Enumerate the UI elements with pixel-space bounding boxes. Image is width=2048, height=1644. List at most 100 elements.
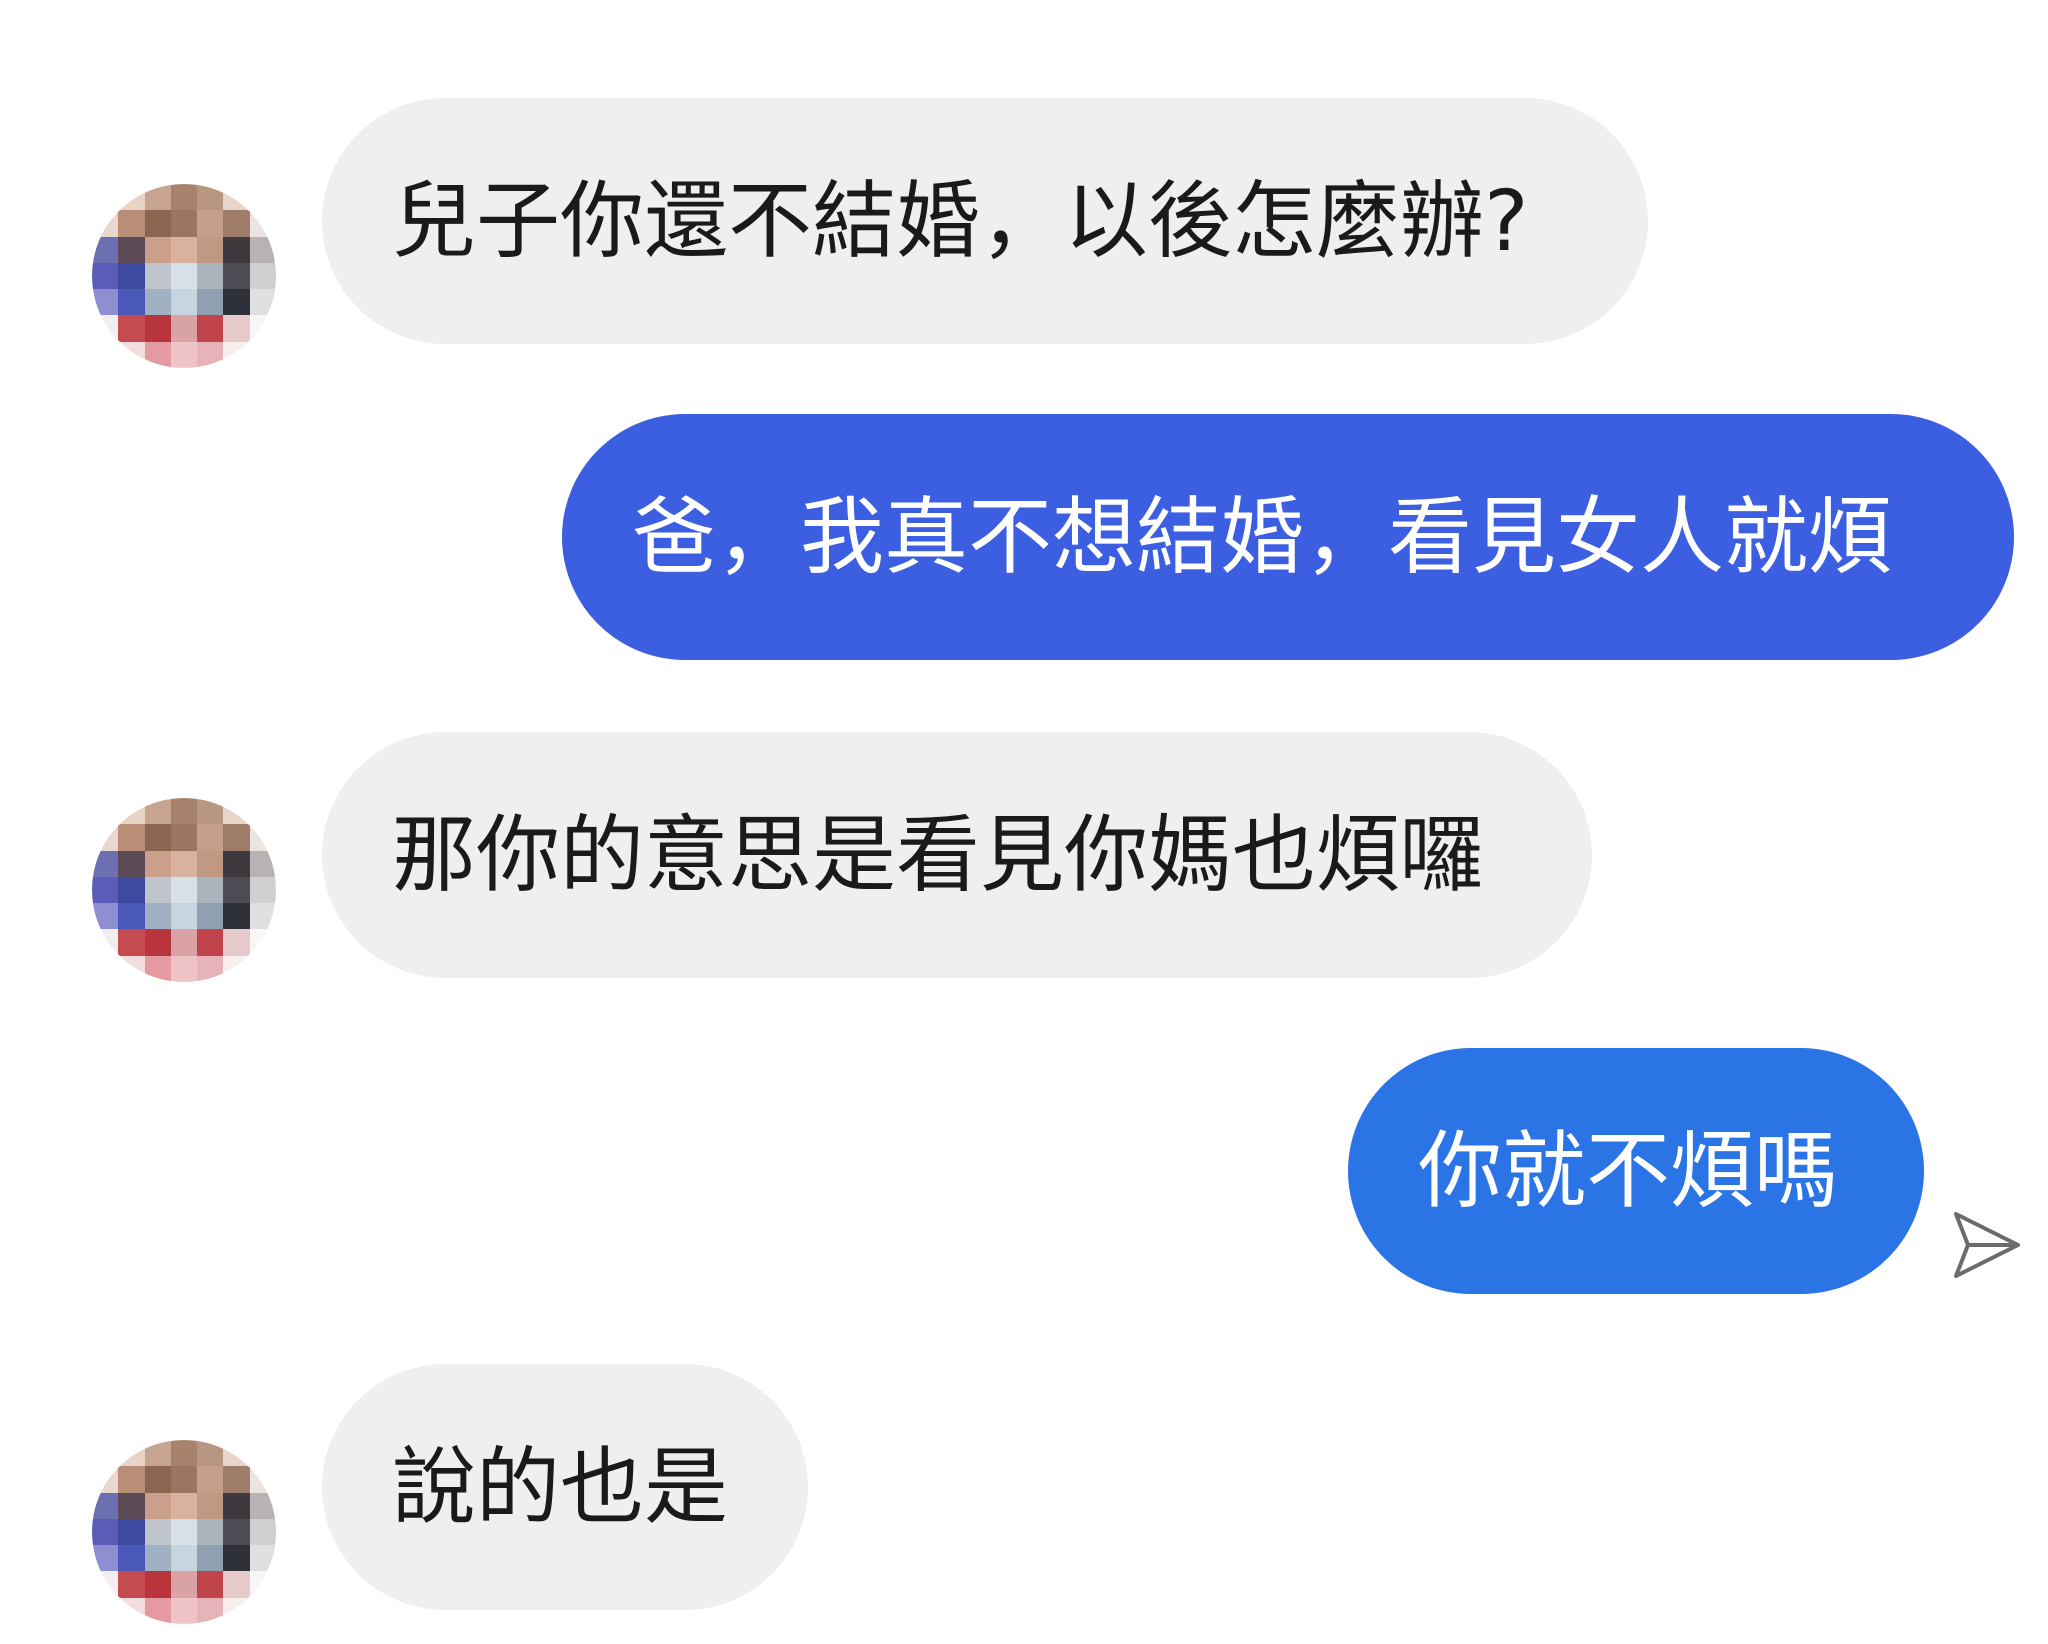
avatar-pixel	[170, 824, 198, 851]
outgoing-message-bubble[interactable]: 爸，我真不想結婚，看見女人就煩	[562, 414, 2014, 660]
avatar-pixel	[92, 929, 119, 956]
avatar-pixel	[197, 1518, 224, 1546]
avatar-pixel	[92, 1466, 119, 1493]
avatar-pixel	[197, 1492, 224, 1519]
incoming-message-bubble[interactable]: 兒子你還不結婚，以後怎麼辦?	[322, 98, 1648, 344]
avatar-pixel	[197, 1545, 224, 1572]
avatar-pixel	[197, 798, 224, 825]
avatar-pixel	[249, 955, 276, 982]
avatar-pixel	[249, 1518, 276, 1546]
avatar-pixel	[197, 824, 224, 851]
avatar-pixel	[92, 1440, 119, 1467]
avatar-pixel	[118, 1597, 145, 1624]
avatar-pixel	[170, 929, 198, 956]
avatar-pixel	[92, 903, 119, 930]
avatar-pixel	[197, 903, 224, 930]
avatar-pixel	[92, 850, 119, 877]
avatar-pixel	[170, 798, 198, 825]
avatar-pixel	[118, 1492, 145, 1519]
avatar-pixel	[170, 1545, 198, 1572]
avatar-pixel	[170, 1571, 198, 1598]
avatar-pixel	[118, 262, 145, 290]
avatar-pixel	[249, 236, 276, 263]
avatar-pixel	[170, 850, 198, 877]
avatar-pixel	[92, 315, 119, 342]
avatar-pixel	[92, 1571, 119, 1598]
avatar-pixel	[249, 184, 276, 211]
avatar-pixel	[223, 315, 250, 342]
avatar-pixel	[197, 341, 224, 368]
avatar-pixel	[144, 1597, 171, 1624]
avatar-pixel	[144, 1545, 171, 1572]
avatar-pixel	[249, 210, 276, 237]
avatar[interactable]	[92, 798, 276, 982]
avatar-pixel	[118, 1518, 145, 1546]
avatar-pixel	[249, 341, 276, 368]
avatar-pixel	[144, 850, 171, 877]
avatar-pixel	[197, 876, 224, 904]
avatar-pixel	[170, 315, 198, 342]
avatar-pixel	[118, 184, 145, 211]
avatar-pixel	[223, 262, 250, 290]
avatar-pixel	[197, 210, 224, 237]
message-text: 說的也是	[392, 1438, 729, 1536]
avatar-pixel	[144, 876, 171, 904]
avatar-pixel	[223, 184, 250, 211]
incoming-message-bubble[interactable]: 說的也是	[322, 1364, 808, 1610]
avatar-pixel	[249, 289, 276, 316]
message-text: 爸，我真不想結婚，看見女人就煩	[632, 488, 1893, 586]
avatar-pixel	[223, 850, 250, 877]
avatar-pixel	[118, 315, 145, 342]
avatar-pixel	[92, 1545, 119, 1572]
avatar-pixel	[197, 929, 224, 956]
avatar-pixel	[118, 1545, 145, 1572]
avatar-pixel	[249, 1466, 276, 1493]
avatar-pixel	[249, 850, 276, 877]
avatar-pixel	[223, 289, 250, 316]
avatar-pixel	[223, 210, 250, 237]
avatar-pixel	[92, 824, 119, 851]
avatar-pixel	[197, 850, 224, 877]
avatar-pixel	[144, 824, 171, 851]
avatar-pixel	[92, 210, 119, 237]
avatar-pixel	[118, 210, 145, 237]
avatar-pixel	[144, 210, 171, 237]
avatar-pixel	[118, 955, 145, 982]
avatar-pixel	[118, 876, 145, 904]
avatar-pixel	[249, 876, 276, 904]
incoming-message-bubble[interactable]: 那你的意思是看見你媽也煩囉	[322, 732, 1592, 978]
avatar-pixel	[170, 1492, 198, 1519]
avatar-pixel	[144, 798, 171, 825]
avatar[interactable]	[92, 184, 276, 368]
avatar-pixel	[144, 341, 171, 368]
avatar[interactable]	[92, 1440, 276, 1624]
avatar-pixel	[144, 262, 171, 290]
avatar-pixel	[170, 262, 198, 290]
avatar-pixel	[249, 262, 276, 290]
avatar-pixel	[249, 1597, 276, 1624]
avatar-pixel	[170, 1597, 198, 1624]
message-text: 你就不煩嗎	[1418, 1122, 1839, 1220]
avatar-pixel	[92, 341, 119, 368]
avatar-pixel	[144, 236, 171, 263]
avatar-pixel	[170, 903, 198, 930]
avatar-pixel	[223, 824, 250, 851]
avatar-pixel	[223, 1597, 250, 1624]
avatar-pixel	[197, 184, 224, 211]
avatar-pixel	[118, 236, 145, 263]
avatar-pixel	[170, 210, 198, 237]
avatar-pixel	[223, 798, 250, 825]
avatar-pixel	[144, 1571, 171, 1598]
avatar-pixel	[118, 289, 145, 316]
avatar-pixel	[92, 955, 119, 982]
avatar-pixel	[249, 903, 276, 930]
avatar-pixel	[118, 341, 145, 368]
avatar-pixel	[144, 903, 171, 930]
avatar-pixel	[170, 1518, 198, 1546]
avatar-pixel	[118, 798, 145, 825]
avatar-pixel	[170, 1440, 198, 1467]
avatar-pixel	[223, 1492, 250, 1519]
avatar-pixel	[170, 236, 198, 263]
avatar-pixel	[144, 184, 171, 211]
outgoing-message-bubble[interactable]: 你就不煩嗎	[1348, 1048, 1924, 1294]
